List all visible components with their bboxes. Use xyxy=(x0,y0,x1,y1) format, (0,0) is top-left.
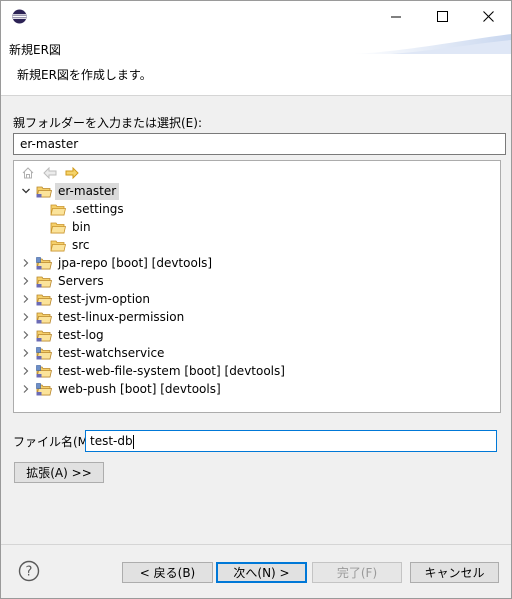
chevron-right-icon[interactable] xyxy=(20,311,32,323)
maximize-icon xyxy=(436,11,448,22)
tree-item[interactable]: test-log xyxy=(20,326,107,344)
tree-item-label: test-log xyxy=(58,327,104,342)
tree-item[interactable]: jpa-repo [boot] [devtools] xyxy=(20,254,215,272)
tree-item-label: src xyxy=(72,237,90,252)
next-button[interactable]: 次へ(N) > xyxy=(216,562,307,583)
tree-item[interactable]: bin xyxy=(50,218,94,236)
project-folder-icon xyxy=(36,310,52,324)
chevron-right-icon[interactable] xyxy=(20,329,32,341)
tree-item[interactable]: src xyxy=(50,236,93,254)
java-project-icon xyxy=(36,364,52,378)
advanced-button[interactable]: 拡張(A) >> xyxy=(14,462,104,483)
tree-item[interactable]: test-linux-permission xyxy=(20,308,187,326)
header-banner-graphic xyxy=(351,34,511,54)
project-folder-icon xyxy=(36,274,52,288)
chevron-right-icon[interactable] xyxy=(20,257,32,269)
project-folder-icon xyxy=(36,328,52,342)
tree-item-label: er-master xyxy=(55,182,120,200)
tree-item-label: web-push [boot] [devtools] xyxy=(58,381,221,396)
title-bar xyxy=(1,1,511,32)
folder-tree[interactable]: er-master .settings bin src jpa-repo [boot] … xyxy=(13,160,501,413)
tree-toolbar xyxy=(20,165,80,181)
parent-folder-input[interactable]: er-master xyxy=(13,133,506,155)
folder-icon xyxy=(50,238,66,252)
close-button[interactable] xyxy=(465,1,511,32)
close-icon xyxy=(482,11,494,22)
chevron-right-icon[interactable] xyxy=(20,383,32,395)
tree-item-label: bin xyxy=(72,219,91,234)
tree-item-label: test-linux-permission xyxy=(58,309,185,324)
tree-item-label: test-watchservice xyxy=(58,345,165,360)
back-arrow-icon[interactable] xyxy=(42,165,58,181)
home-icon[interactable] xyxy=(20,165,36,181)
cancel-button[interactable]: キャンセル xyxy=(410,562,499,583)
chevron-right-icon[interactable] xyxy=(20,365,32,377)
java-project-icon xyxy=(36,346,52,360)
tree-item-label: test-jvm-option xyxy=(58,291,150,306)
tree-item[interactable]: test-jvm-option xyxy=(20,290,153,308)
svg-text:?: ? xyxy=(26,565,33,580)
wizard-title: 新規ER図 xyxy=(9,43,61,57)
tree-item-label: .settings xyxy=(72,201,124,216)
chevron-right-icon[interactable] xyxy=(20,293,32,305)
new-er-diagram-dialog: 新規ER図 新規ER図を作成します。 親フォルダーを入力または選択(E): er… xyxy=(0,0,512,599)
chevron-right-icon[interactable] xyxy=(20,275,32,287)
tree-item-label: Servers xyxy=(58,273,104,288)
wizard-description: 新規ER図を作成します。 xyxy=(17,68,152,82)
parent-folder-label: 親フォルダーを入力または選択(E): xyxy=(13,116,202,130)
folder-icon xyxy=(50,202,66,216)
chevron-down-icon[interactable] xyxy=(20,185,32,197)
tree-item-label: jpa-repo [boot] [devtools] xyxy=(58,255,213,270)
file-name-input[interactable]: test-db xyxy=(85,430,497,452)
file-name-value: test-db xyxy=(90,434,133,448)
tree-item[interactable]: er-master xyxy=(20,182,120,200)
forward-arrow-icon[interactable] xyxy=(64,165,80,181)
minimize-icon xyxy=(391,16,401,17)
eclipse-icon xyxy=(12,9,27,24)
project-folder-icon xyxy=(36,292,52,306)
button-bar-separator xyxy=(1,544,511,545)
folder-icon xyxy=(50,220,66,234)
chevron-right-icon[interactable] xyxy=(20,347,32,359)
help-icon[interactable]: ? xyxy=(18,560,40,582)
tree-item[interactable]: test-watchservice xyxy=(20,344,167,362)
back-button[interactable]: < 戻る(B) xyxy=(122,562,213,583)
tree-item[interactable]: .settings xyxy=(50,200,127,218)
wizard-header: 新規ER図 新規ER図を作成します。 xyxy=(1,32,511,96)
tree-item[interactable]: test-web-file-system [boot] [devtools] xyxy=(20,362,288,380)
finish-button[interactable]: 完了(F) xyxy=(312,562,402,583)
java-project-icon xyxy=(36,382,52,396)
java-project-icon xyxy=(36,256,52,270)
tree-item-label: test-web-file-system [boot] [devtools] xyxy=(58,363,285,378)
project-folder-icon xyxy=(36,184,52,198)
tree-item[interactable]: Servers xyxy=(20,272,107,290)
minimize-button[interactable] xyxy=(373,1,419,32)
maximize-button[interactable] xyxy=(419,1,465,32)
tree-item[interactable]: web-push [boot] [devtools] xyxy=(20,380,224,398)
